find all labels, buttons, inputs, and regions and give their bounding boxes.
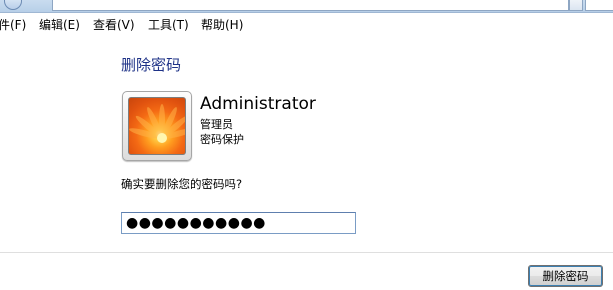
password-field[interactable] [121, 212, 356, 234]
footer-divider [0, 252, 613, 253]
confirm-question: 确实要删除您的密码吗? [121, 177, 243, 191]
password-status: 密码保护 [200, 133, 244, 146]
menu-file[interactable]: 件(F) [0, 16, 26, 33]
menu-help[interactable]: 帮助(H) [201, 16, 243, 33]
delete-password-button[interactable]: 删除密码 [528, 265, 603, 287]
page-title: 删除密码 [121, 56, 182, 74]
menu-view[interactable]: 查看(V) [93, 16, 135, 33]
search-input[interactable] [585, 0, 613, 11]
address-dropdown-button[interactable] [569, 0, 583, 11]
user-role: 管理员 [200, 118, 233, 131]
back-button[interactable] [4, 0, 22, 10]
address-field[interactable] [52, 0, 569, 11]
flower-avatar-icon [128, 97, 186, 155]
user-name: Administrator [200, 94, 316, 114]
avatar [122, 91, 192, 161]
address-bar-strip [0, 0, 613, 13]
menu-tools[interactable]: 工具(T) [148, 16, 189, 33]
menu-edit[interactable]: 编辑(E) [39, 16, 80, 33]
menu-bar: 件(F) 编辑(E) 查看(V) 工具(T) 帮助(H) [0, 13, 613, 35]
